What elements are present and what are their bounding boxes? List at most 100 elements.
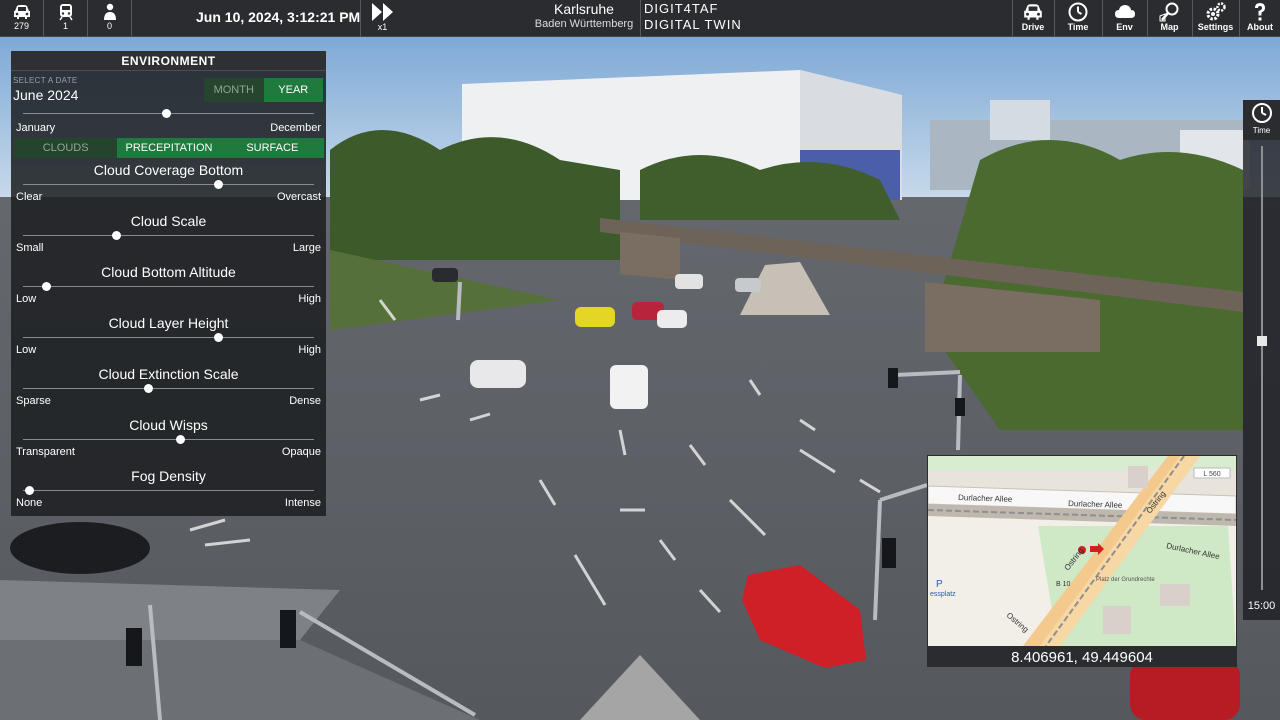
map-label-street: Durlacher Allee [958, 493, 1013, 504]
environment-tabs: CLOUDS PRECEPITATION SURFACE [14, 138, 324, 158]
slider-min: Small [16, 242, 44, 254]
slider-thumb[interactable] [213, 180, 223, 189]
cloud-bottom-altitude-slider: Cloud Bottom Altitude Low High [11, 264, 326, 314]
environment-title: ENVIRONMENT [11, 51, 326, 71]
slider-track[interactable] [23, 490, 314, 491]
cloud-layer-height-slider: Cloud Layer Height Low High [11, 315, 326, 365]
time-slider-label: Time [1252, 126, 1271, 135]
tab-clouds[interactable]: CLOUDS [14, 138, 118, 158]
vehicle-count: 279 [13, 21, 30, 31]
slider-min: Sparse [16, 395, 51, 407]
cloud-scale-slider: Cloud Scale Small Large [11, 213, 326, 263]
minimap: L 560 Durlacher Allee Durlacher Allee Du… [927, 455, 1237, 667]
clock-icon [1068, 2, 1088, 22]
brand-subtitle: DIGITAL TWIN [644, 17, 742, 32]
slider-thumb[interactable] [24, 486, 34, 495]
map-label-parking-name: essplatz [930, 591, 956, 598]
slider-max: Overcast [276, 191, 321, 203]
slider-title: Cloud Layer Height [108, 315, 229, 331]
car-icon [14, 5, 30, 19]
cloud-extinction-scale-slider: Cloud Extinction Scale Sparse Dense [11, 366, 326, 416]
tab-precipitation[interactable]: PRECEPITATION [117, 138, 221, 158]
simulation-datetime: Jun 10, 2024, 3:12:21 PM [196, 9, 361, 25]
map-label-street: Durlacher Allee [1068, 499, 1123, 510]
brand-name: DIGIT4TAF [644, 1, 719, 16]
pedestrian-counter: 0 [88, 0, 132, 37]
street-map: L 560 Durlacher Allee Durlacher Allee Du… [928, 456, 1236, 646]
date-slider-max: December [270, 122, 321, 134]
date-slider-min: January [16, 122, 56, 134]
slider-thumb[interactable] [112, 231, 122, 240]
slider-min: Low [16, 293, 37, 305]
settings-label: Settings [1197, 22, 1234, 32]
cloud-icon [1114, 5, 1135, 18]
fog-density-slider: Fog Density None Intense [11, 468, 326, 518]
time-slider-header: Time [1243, 100, 1280, 140]
slider-title: Cloud Bottom Altitude [101, 264, 236, 280]
pedestrian-count: 0 [106, 21, 112, 31]
about-label: About [1247, 22, 1273, 32]
brand: DIGIT4TAF DIGITAL TWIN [644, 1, 742, 32]
month-toggle[interactable]: MONTH [204, 78, 264, 102]
time-slider-panel: Time 15:00 [1243, 100, 1280, 620]
time-slider-track[interactable] [1261, 146, 1263, 590]
cloud-coverage-slider: Cloud Coverage Bottom Clear Overcast [11, 162, 326, 212]
slider-min: None [16, 497, 43, 509]
slider-title: Cloud Extinction Scale [98, 366, 239, 382]
speed-button[interactable]: x1 [360, 0, 404, 37]
slider-max: High [298, 344, 321, 356]
slider-thumb[interactable] [42, 282, 52, 291]
slider-track[interactable] [23, 439, 314, 440]
settings-button[interactable]: Settings [1192, 0, 1238, 37]
slider-track[interactable] [23, 337, 314, 338]
slider-min: Clear [16, 191, 43, 203]
topbar-divider [640, 0, 641, 37]
slider-max: Large [292, 242, 321, 254]
tram-icon [59, 4, 73, 21]
map-label-parking: P [936, 579, 943, 590]
map-button[interactable]: Map [1147, 0, 1191, 37]
slider-track[interactable] [23, 388, 314, 389]
environment-panel: ENVIRONMENT SELECT A DATE June 2024 MONT… [11, 51, 326, 516]
minimap-map[interactable]: L 560 Durlacher Allee Durlacher Allee Du… [928, 456, 1236, 646]
slider-title: Cloud Wisps [129, 417, 208, 433]
question-icon [1255, 3, 1265, 21]
slider-track[interactable] [23, 184, 314, 185]
slider-max: Opaque [281, 446, 321, 458]
slider-min: Transparent [16, 446, 75, 458]
slider-track[interactable] [23, 286, 314, 287]
year-toggle[interactable]: YEAR [263, 78, 323, 102]
tab-surface[interactable]: SURFACE [220, 138, 324, 158]
map-search-icon [1159, 2, 1178, 22]
car-icon [1024, 4, 1042, 20]
date-value: June 2024 [13, 87, 79, 103]
tram-count: 1 [62, 21, 68, 31]
slider-thumb[interactable] [176, 435, 186, 444]
date-slider-thumb[interactable] [161, 109, 171, 118]
slider-thumb[interactable] [144, 384, 154, 393]
about-button[interactable]: About [1239, 0, 1280, 37]
date-label: SELECT A DATE [13, 76, 78, 85]
time-slider-thumb[interactable] [1257, 336, 1267, 347]
clock-icon [1252, 103, 1272, 123]
pedestrian-icon [104, 3, 116, 20]
location-city: Karlsruhe [554, 1, 614, 17]
top-bar: 279 1 0 Jun 10, 2024, 3:12:21 PM x1 Karl… [0, 0, 1280, 37]
time-slider-value: 15:00 [1247, 600, 1276, 612]
time-label: Time [1067, 22, 1089, 32]
env-button[interactable]: Env [1102, 0, 1146, 37]
env-label: Env [1116, 22, 1133, 32]
speed-multiplier: x1 [377, 22, 388, 32]
slider-max: Dense [289, 395, 321, 407]
slider-thumb[interactable] [213, 333, 223, 342]
map-coordinates: 8.406961, 49.449604 [1011, 649, 1153, 666]
slider-max: Intense [284, 497, 321, 509]
time-button[interactable]: Time [1054, 0, 1101, 37]
slider-track[interactable] [23, 235, 314, 236]
slider-max: High [298, 293, 321, 305]
gears-icon [1206, 2, 1226, 21]
slider-title: Cloud Scale [130, 213, 207, 229]
drive-button[interactable]: Drive [1012, 0, 1053, 37]
cloud-wisps-slider: Cloud Wisps Transparent Opaque [11, 417, 326, 467]
slider-min: Low [16, 344, 37, 356]
